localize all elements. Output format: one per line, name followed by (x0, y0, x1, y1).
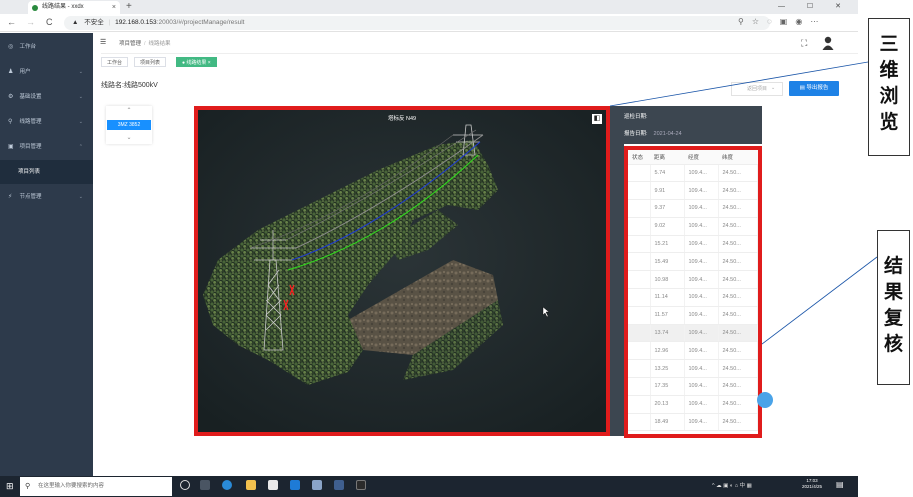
callout-char: 果 (883, 281, 903, 303)
task-view-icon[interactable] (180, 480, 190, 490)
search-icon: ⚲ (25, 483, 31, 490)
app-icon[interactable] (334, 480, 344, 490)
callout-3d-browse: 三 维 浏 览 (868, 18, 910, 156)
callout-lines (609, 61, 878, 345)
clock-date: 2021/4/25 (802, 484, 823, 489)
callout-char: 三 (879, 33, 899, 55)
taskbar-search[interactable]: ⚲ 在这里输入你要搜索的内容 (20, 477, 172, 496)
widgets-icon[interactable] (200, 480, 210, 490)
taskbar-clock[interactable]: 17:03 2021/4/25 (802, 478, 822, 490)
mail-icon[interactable] (290, 480, 300, 490)
store-icon[interactable] (268, 480, 278, 490)
edge-browser-icon[interactable] (222, 480, 232, 490)
file-explorer-icon[interactable] (246, 480, 256, 490)
callout-char: 维 (879, 59, 899, 81)
notification-icon[interactable]: ▤ (836, 480, 844, 489)
callout-result-review: 结 果 复 核 (877, 230, 910, 385)
callout-char: 核 (883, 333, 903, 355)
callout-char: 结 (883, 255, 903, 277)
callout-char: 复 (883, 307, 903, 329)
callout-char: 浏 (879, 85, 899, 107)
app-icon[interactable] (312, 480, 322, 490)
system-tray[interactable]: ^ ☁ ▣ ◐ ⌂ 中 ▦ (712, 481, 752, 489)
windows-start-icon[interactable]: ⊞ (6, 481, 14, 492)
callout-char: 览 (879, 111, 899, 133)
taskbar-search-placeholder: 在这里输入你要搜索的内容 (38, 483, 105, 489)
terminal-icon[interactable] (356, 480, 366, 490)
